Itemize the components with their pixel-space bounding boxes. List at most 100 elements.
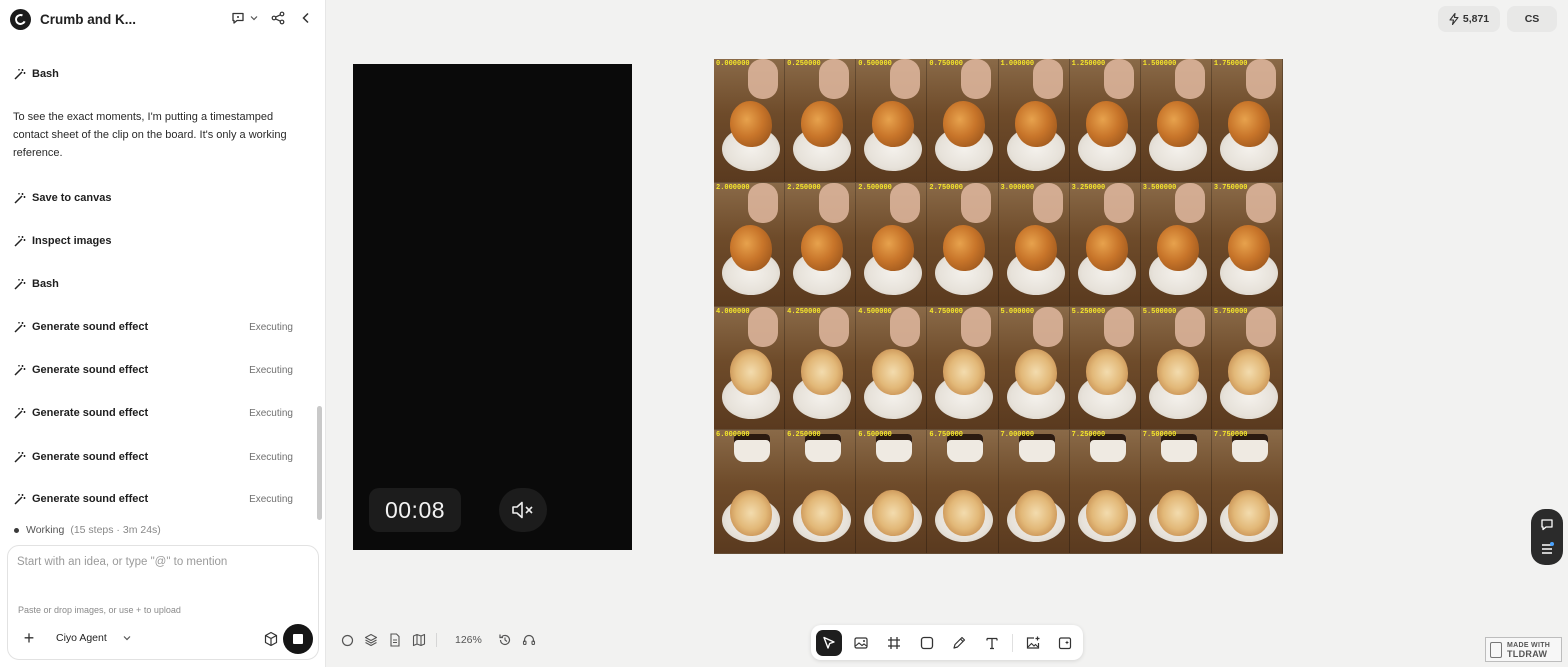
frame-timestamp: 3.500000 <box>1142 183 1177 192</box>
chat-bubble-icon[interactable] <box>1539 517 1555 533</box>
step-item[interactable]: Generate sound effect Executing <box>13 403 298 423</box>
mute-button[interactable] <box>499 488 547 532</box>
croissant <box>872 101 915 147</box>
step-status: Executing <box>249 493 293 505</box>
hand <box>1245 306 1276 347</box>
contact-sheet-frame: 6.750000 <box>927 430 999 554</box>
step-label: Generate sound effect <box>32 407 149 419</box>
credits-badge[interactable]: 5,871 <box>1438 6 1500 32</box>
video-timecode: 00:08 <box>369 488 461 532</box>
step-item[interactable]: Save to canvas <box>13 188 298 208</box>
tldraw-logo-icon <box>1490 641 1502 658</box>
croissant <box>1156 490 1199 537</box>
map-icon[interactable] <box>412 633 426 647</box>
chevron-down-icon[interactable] <box>250 10 258 26</box>
croissant <box>730 101 772 147</box>
croissant <box>1156 101 1199 147</box>
croissant <box>801 348 844 395</box>
step-item[interactable]: Generate sound effect Executing <box>13 317 298 337</box>
cube-icon[interactable] <box>263 631 279 647</box>
notes-icon[interactable] <box>1539 541 1555 557</box>
croissant <box>730 348 772 395</box>
hand <box>1245 59 1276 99</box>
image-gen-tool[interactable] <box>849 630 875 656</box>
croissant <box>1014 348 1057 395</box>
add-image-tool[interactable] <box>1020 630 1046 656</box>
step-item[interactable]: Generate sound effect Executing <box>13 489 298 509</box>
hand <box>1032 306 1063 347</box>
frame-timestamp: 7.000000 <box>1000 431 1035 440</box>
hand <box>890 182 921 223</box>
comment-icon[interactable] <box>230 10 246 26</box>
ai-image-icon <box>1059 636 1072 649</box>
step-item[interactable]: Bash <box>13 64 298 84</box>
add-attachment-button[interactable]: + <box>21 629 37 647</box>
collapse-panel-icon[interactable] <box>298 10 314 26</box>
step-label: Generate sound effect <box>32 364 149 376</box>
select-tool[interactable] <box>816 629 842 656</box>
circle-icon[interactable] <box>340 633 354 647</box>
contact-sheet-frame: 3.750000 <box>1211 182 1283 307</box>
zoom-level[interactable]: 126% <box>455 634 482 646</box>
panel-scrollbar[interactable] <box>317 406 322 520</box>
contact-sheet[interactable]: 0.000000 0.250000 0.500000 0.750000 1.000000… <box>714 59 1283 554</box>
croissant <box>1014 490 1057 537</box>
step-item[interactable]: Generate sound effect Executing <box>13 360 298 380</box>
magic-wand-icon <box>14 364 26 376</box>
composer: Paste or drop images, or use + to upload… <box>7 545 319 660</box>
frame-timestamp: 4.500000 <box>858 307 892 316</box>
step-item[interactable]: Generate sound effect Executing <box>13 447 298 467</box>
ai-image-tool[interactable] <box>1052 630 1078 656</box>
hand <box>890 59 921 99</box>
frame-timestamp: 6.500000 <box>858 431 892 440</box>
ciyo-logo-icon[interactable] <box>10 8 31 30</box>
prompt-input[interactable] <box>17 556 307 568</box>
stop-button[interactable] <box>283 624 313 654</box>
frame-timestamp: 1.250000 <box>1071 60 1106 68</box>
frame-timestamp: 5.500000 <box>1142 307 1177 316</box>
frame-timestamp: 0.500000 <box>858 60 892 68</box>
contact-sheet-frame: 1.000000 <box>998 59 1070 183</box>
assistant-message: To see the exact moments, I'm putting a … <box>13 111 287 159</box>
avatar[interactable]: CS <box>1507 6 1557 32</box>
text-tool[interactable] <box>979 630 1005 656</box>
croissant <box>943 224 986 271</box>
history-icon[interactable] <box>498 633 512 647</box>
croissant <box>730 490 772 537</box>
agent-select[interactable]: Ciyo Agent <box>56 632 131 644</box>
frame-timestamp: 0.750000 <box>929 60 963 68</box>
frame-timestamp: 6.750000 <box>929 431 963 440</box>
frame-timestamp: 3.750000 <box>1213 183 1248 192</box>
document-icon[interactable] <box>388 633 402 647</box>
hand <box>819 182 850 223</box>
contact-sheet-frame: 3.500000 <box>1140 182 1212 307</box>
step-list: Bash To see the exact moments, I'm putti… <box>0 40 312 540</box>
share-icon[interactable] <box>270 10 286 26</box>
contact-sheet-frame: 1.750000 <box>1211 59 1283 183</box>
made-with-tldraw-badge[interactable]: MADE WITH TLDRAW <box>1485 637 1562 662</box>
croissant <box>1014 224 1057 271</box>
hand <box>748 182 778 223</box>
frame-timestamp: 5.750000 <box>1213 307 1248 316</box>
step-item[interactable]: Inspect images <box>13 231 298 251</box>
working-label: Working <box>26 524 65 536</box>
working-indicator: Working (15 steps · 3m 24s) <box>14 524 161 536</box>
contact-sheet-frame: 1.500000 <box>1140 59 1212 183</box>
project-title[interactable]: Crumb and K... <box>40 12 136 27</box>
headset-icon[interactable] <box>522 633 536 647</box>
step-status: Executing <box>249 451 293 463</box>
croissant <box>730 224 772 271</box>
hand <box>819 306 850 347</box>
video-player[interactable]: 00:08 <box>353 64 632 550</box>
frame-tool[interactable] <box>881 630 907 656</box>
canvas-controls: 126% <box>340 633 536 647</box>
step-item[interactable]: Bash <box>13 274 298 294</box>
pencil-tool[interactable] <box>947 630 973 656</box>
layers-icon[interactable] <box>364 633 378 647</box>
chat-panel: Crumb and K... Bash To see the exact mom… <box>0 0 326 667</box>
text-icon <box>986 637 998 649</box>
frame-timestamp: 2.250000 <box>787 183 821 192</box>
hand <box>961 59 992 99</box>
croissant <box>1014 101 1057 147</box>
rectangle-tool[interactable] <box>914 630 940 656</box>
